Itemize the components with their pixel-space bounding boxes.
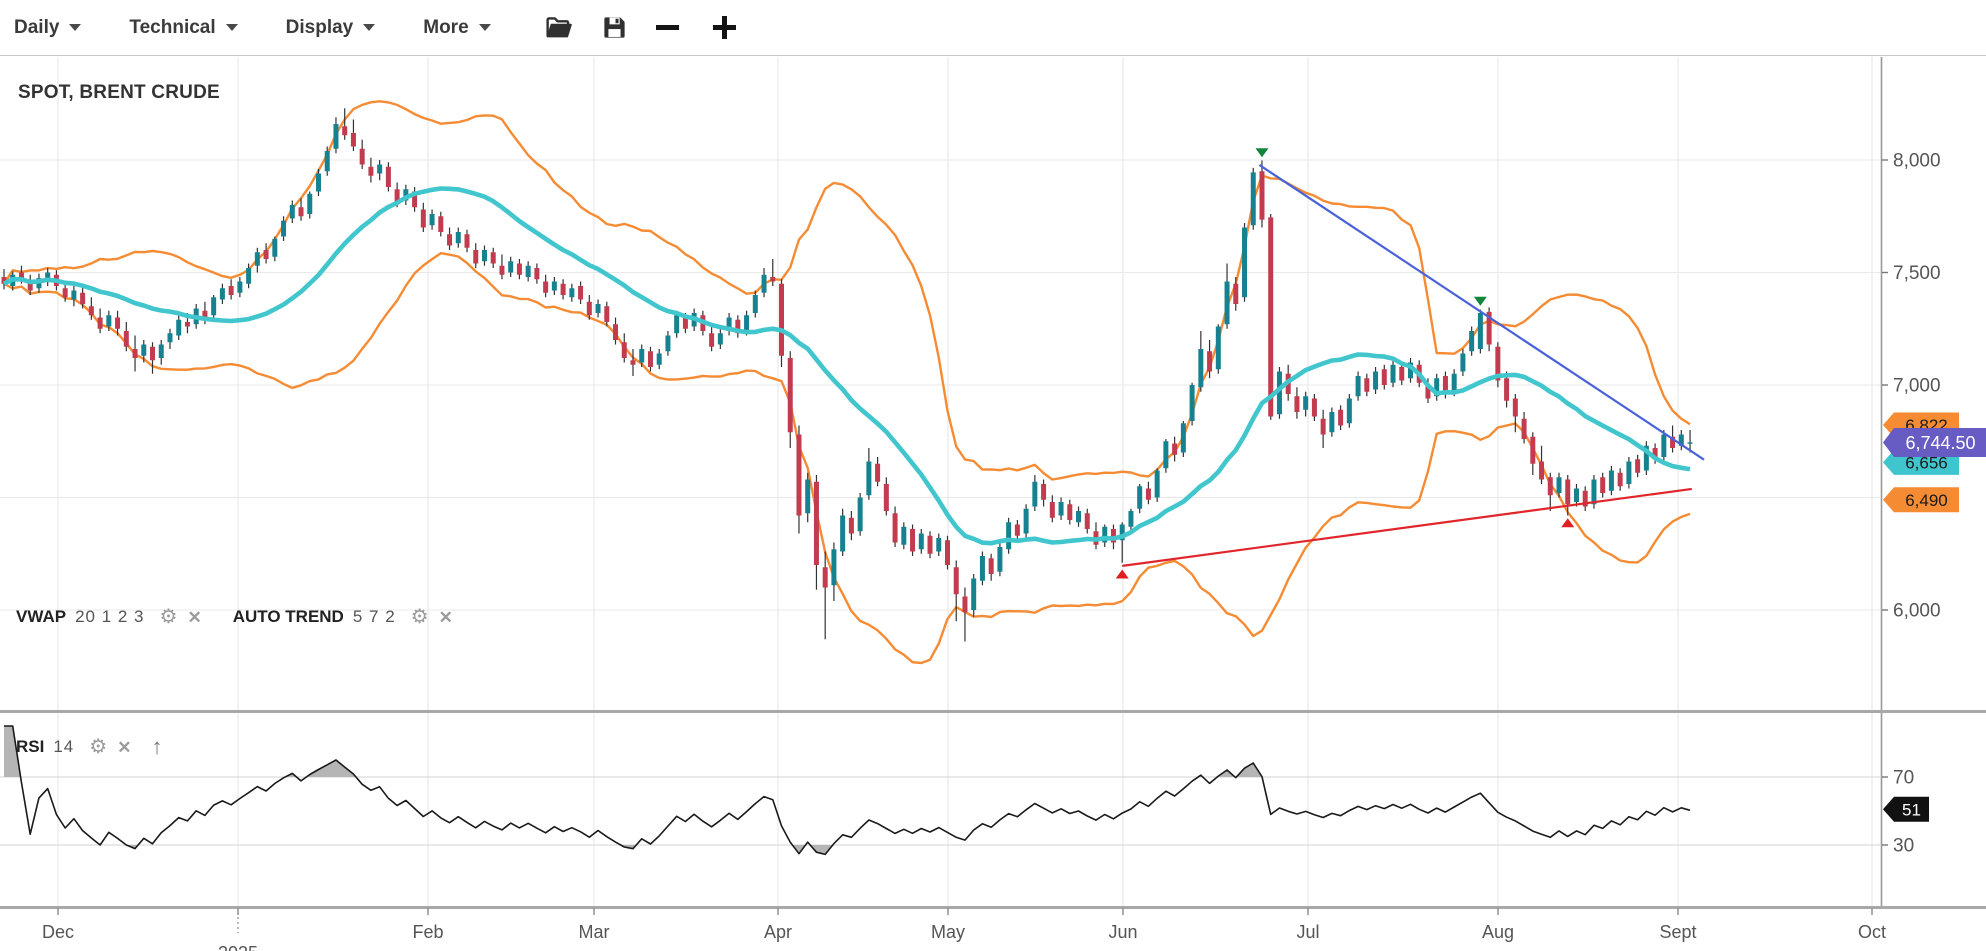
menu-technical[interactable]: Technical [129,17,237,39]
menu-technical-label: Technical [129,17,215,39]
month-label: Apr [764,922,792,942]
rsi-settings-button[interactable]: ⚙ [89,737,107,757]
rsi-legend-row: RSI 14 ⚙ ✕ ↑ [16,734,167,760]
menu-more[interactable]: More [423,17,490,39]
rsi-axis-label: 30 [1893,836,1914,857]
autotrend-remove-button[interactable]: ✕ [439,609,453,626]
price-badge-label: 6,490 [1905,491,1948,510]
minus-icon [656,25,679,30]
rsi-remove-button[interactable]: ✕ [117,739,131,756]
save-icon [601,14,628,41]
menu-display-label: Display [286,17,354,39]
arrow-up-icon: ↑ [151,734,162,759]
price-axis-label: 6,000 [1893,601,1941,622]
price-axis-label: 7,000 [1893,376,1941,397]
zoom-in-button[interactable] [713,16,736,39]
rsi-plot [4,726,1690,854]
plus-icon [713,16,736,39]
pivot-low-marker [1116,570,1129,579]
gear-icon: ⚙ [89,736,107,758]
month-label: Sept [1659,922,1696,942]
close-icon: ✕ [439,608,453,627]
month-label: Mar [579,922,610,942]
vwap-legend-name: VWAP [16,607,66,627]
autotrend-legend-params: 5 7 2 [353,607,396,627]
uptrend-line [1122,489,1692,566]
vwap-legend-params: 20 1 2 3 [75,607,144,627]
menu-more-label: More [423,17,468,39]
month-label: Jun [1108,922,1137,942]
gear-icon: ⚙ [160,606,178,628]
chevron-down-icon [69,24,81,31]
symbol-title: SPOT, BRENT CRUDE [18,82,220,104]
vwap-line [4,189,1690,544]
autotrend-legend-name: AUTO TREND [233,607,344,627]
autotrend-settings-button[interactable]: ⚙ [411,607,429,627]
rsi-expand-button[interactable]: ↑ [141,736,162,758]
price-badge-label: 6,744.50 [1905,433,1975,453]
rsi-axis-label: 70 [1893,768,1914,789]
price-axis-label: 8,000 [1893,151,1941,172]
price-chart: 8,000 7,500 7,000 6,000 70 30 Dec Feb Mar Apr May J… [0,0,1986,951]
price-axis-label: 7,500 [1893,263,1941,284]
pivot-high-marker [1255,148,1268,157]
vwap-settings-button[interactable]: ⚙ [160,607,178,627]
vwap-remove-button[interactable]: ✕ [187,609,201,626]
axes: 8,000 7,500 7,000 6,000 70 30 Dec Feb Mar Apr May J… [0,57,1986,951]
rsi-legend-params: 14 [53,737,74,757]
gear-icon: ⚙ [411,606,429,628]
pivot-high-marker [1474,297,1487,306]
year-label: 2025 [218,943,258,951]
folder-open-icon [545,15,573,40]
chevron-down-icon [226,24,238,31]
chevron-down-icon [363,24,375,31]
close-icon: ✕ [117,738,131,757]
month-label: Aug [1482,922,1514,942]
month-label: Jul [1296,922,1319,942]
menu-daily[interactable]: Daily [14,17,81,39]
open-layout-button[interactable] [545,15,573,40]
save-button[interactable] [601,14,628,41]
price-badge-label: 51 [1902,800,1921,819]
month-label: Dec [42,922,74,942]
rsi-legend-name: RSI [16,737,44,757]
indicator-legend-row: VWAP 20 1 2 3 ⚙ ✕ AUTO TREND 5 7 2 ⚙ ✕ [16,604,458,630]
month-label: May [931,922,965,942]
menu-daily-label: Daily [14,17,59,39]
toolbar: Daily Technical Display More [0,0,1986,56]
downtrend-line [1259,165,1704,460]
close-icon: ✕ [187,608,201,627]
trading-app: Daily Technical Display More [0,0,1986,951]
chevron-down-icon [479,24,491,31]
month-label: Feb [412,922,443,942]
menu-display[interactable]: Display [286,17,376,39]
month-label: Oct [1858,922,1886,942]
zoom-out-button[interactable] [656,25,679,30]
